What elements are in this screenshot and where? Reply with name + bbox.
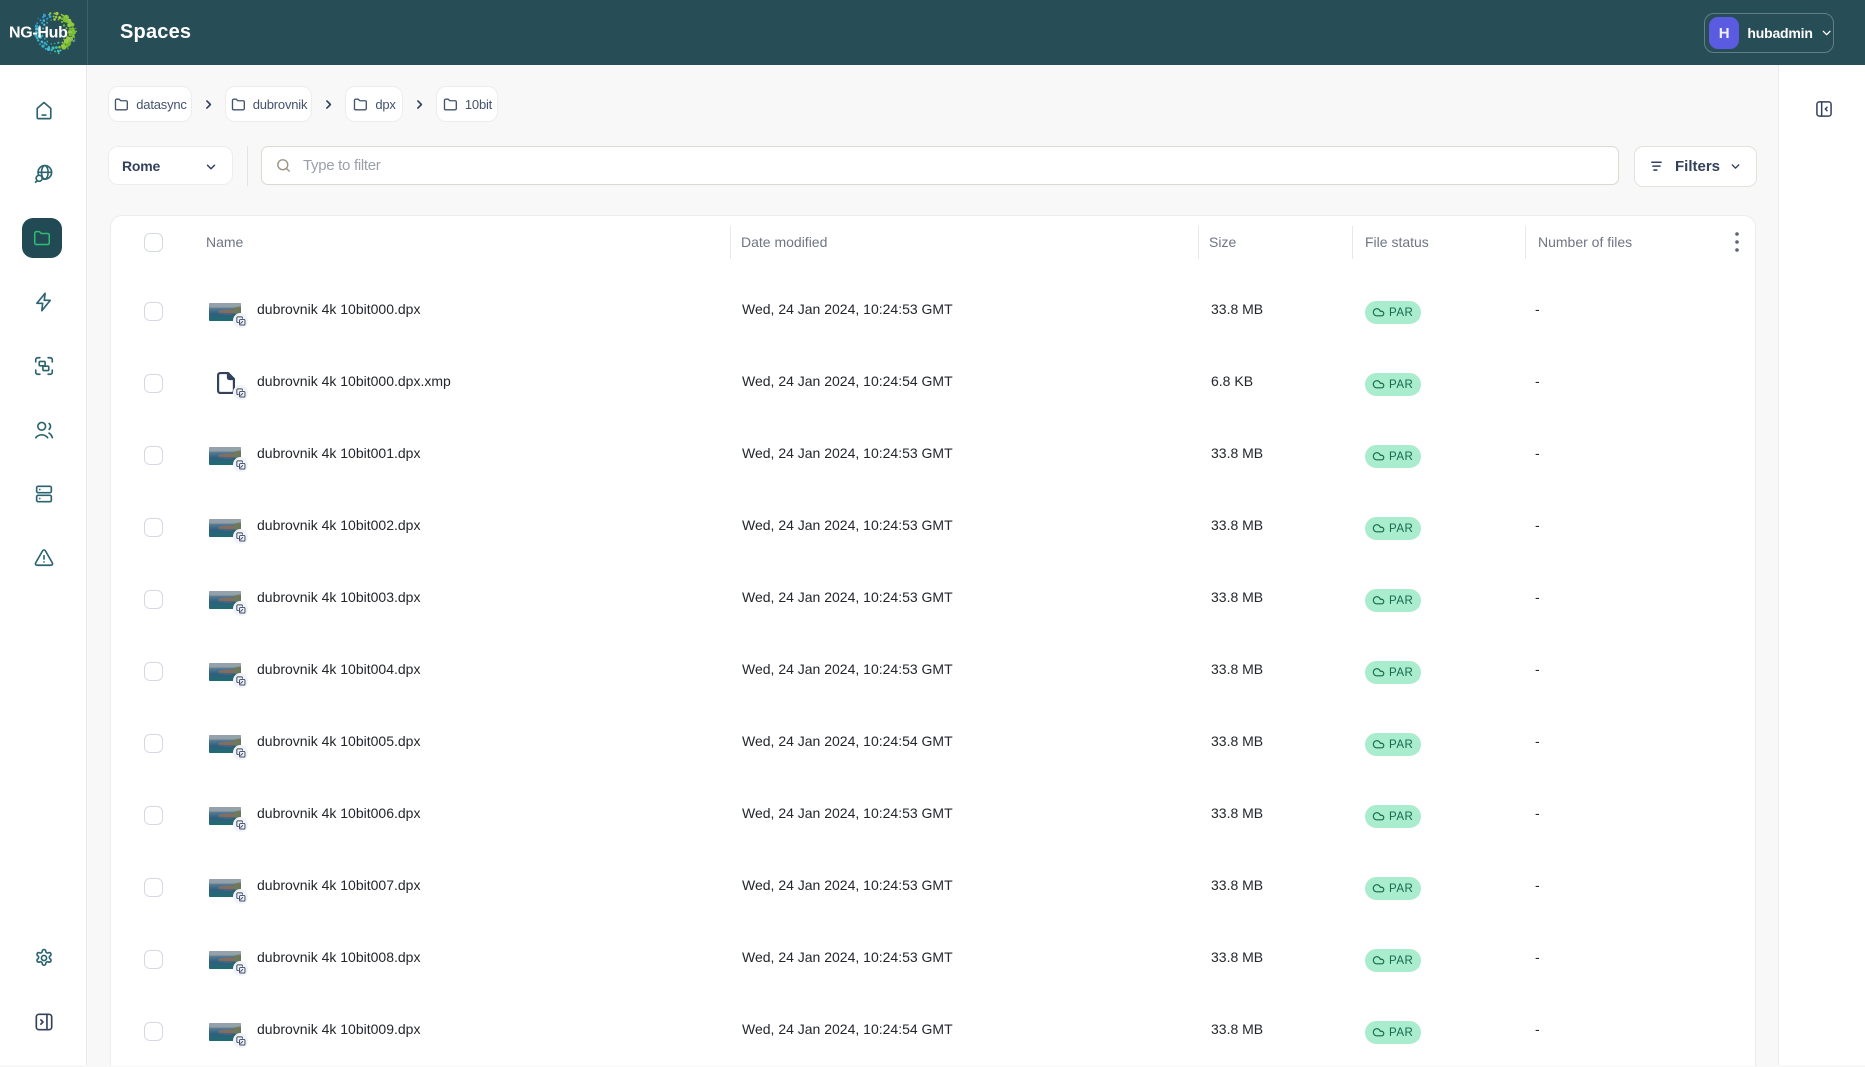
svg-text:NG-Hub: NG-Hub <box>9 25 68 42</box>
svg-text:TM: TM <box>69 38 76 43</box>
